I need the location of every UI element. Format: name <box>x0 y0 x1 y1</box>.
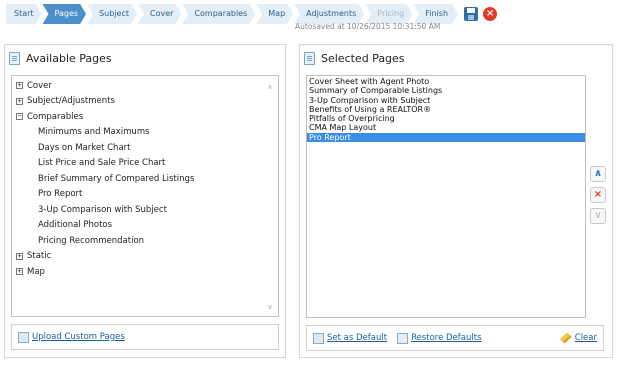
scroll-up-arrow-icon[interactable]: ∧ <box>265 82 275 92</box>
expand-icon[interactable]: + <box>16 82 23 90</box>
wizard-step-finish[interactable]: Finish <box>413 4 458 24</box>
selected-pages-panel: Selected Pages Cover Sheet with Agent Ph… <box>299 44 613 358</box>
selected-pages-items: Cover Sheet with Agent Photo Summary of C… <box>307 76 585 143</box>
move-down-icon[interactable]: ∨ <box>590 208 606 224</box>
tree-node-label: Subject/Adjustments <box>27 96 115 107</box>
available-pages-list[interactable]: + Cover + Subject/Adjustments − Comparables Mi… <box>11 75 279 317</box>
selected-page-item[interactable]: Pro Report <box>307 132 585 143</box>
collapse-icon[interactable]: − <box>16 113 23 121</box>
wizard-step-start[interactable]: Start <box>6 4 42 24</box>
tree-leaf[interactable]: Pro Report <box>12 187 278 203</box>
wizard-step-map[interactable]: Map <box>256 4 293 24</box>
selected-page-item[interactable]: CMA Map Layout <box>307 123 585 132</box>
available-pages-title: Available Pages <box>26 51 112 65</box>
reorder-buttons: ∧ × ∨ <box>590 166 606 229</box>
upload-custom-pages-link[interactable]: Upload Custom Pages <box>32 332 125 342</box>
page-icon <box>304 51 315 65</box>
scroll-down-arrow-icon[interactable]: ∨ <box>265 302 275 312</box>
selected-page-item[interactable]: Summary of Comparable Listings <box>307 86 585 95</box>
autosave-status: Autosaved at 10/26/2015 10:31:50 AM <box>295 22 441 31</box>
expand-icon[interactable]: + <box>16 97 23 105</box>
tree-leaf[interactable]: List Price and Sale Price Chart <box>12 156 278 172</box>
restore-defaults-icon <box>397 332 409 344</box>
selected-page-item[interactable]: Benefits of Using a REALTOR® <box>307 105 585 114</box>
selected-footer: Set as Default Restore Defaults Clear <box>306 325 604 351</box>
selected-pages-title: Selected Pages <box>321 51 405 65</box>
tree-leaf[interactable]: 3-Up Comparison with Subject <box>12 202 278 218</box>
wizard-step-subject[interactable]: Subject <box>87 4 137 24</box>
tree-leaf[interactable]: Days on Market Chart <box>12 140 278 156</box>
selected-pages-header: Selected Pages <box>300 45 612 71</box>
set-as-default-link[interactable]: Set as Default <box>327 333 387 343</box>
tree-node[interactable]: + Static <box>12 249 278 265</box>
wizard-step-pages[interactable]: Pages <box>43 4 87 24</box>
selected-page-item[interactable]: 3-Up Comparison with Subject <box>307 96 585 105</box>
expand-icon[interactable]: + <box>16 268 23 276</box>
eraser-icon <box>559 332 572 344</box>
expand-icon[interactable]: + <box>16 252 23 260</box>
tree-leaf[interactable]: Pricing Recommendation <box>12 233 278 249</box>
tree-node[interactable]: + Map <box>12 264 278 280</box>
available-pages-header: Available Pages <box>5 45 285 71</box>
move-up-icon[interactable]: ∧ <box>590 166 606 182</box>
wizard-steps: Start Pages Subject Cover Comparables Map Adju… <box>6 4 459 24</box>
tree-node[interactable]: − Comparables <box>12 109 278 125</box>
tree-leaf[interactable]: Brief Summary of Compared Listings <box>12 171 278 187</box>
wizard-step-pricing: Pricing <box>365 4 412 24</box>
selected-pages-list[interactable]: Cover Sheet with Agent Photo Summary of C… <box>306 75 586 318</box>
clear-link[interactable]: Clear <box>575 333 597 343</box>
tree-node[interactable]: + Subject/Adjustments <box>12 94 278 110</box>
selected-page-item[interactable]: Pitfalls of Overpricing <box>307 114 585 123</box>
tree-node[interactable]: + Cover <box>12 78 278 94</box>
set-default-icon <box>313 332 324 344</box>
tree-node-label: Static <box>27 251 52 262</box>
selected-page-item[interactable]: Cover Sheet with Agent Photo <box>307 77 585 86</box>
restore-defaults-link[interactable]: Restore Defaults <box>411 333 481 343</box>
upload-icon <box>18 331 29 343</box>
tree-node-label: Map <box>27 266 45 277</box>
tree-leaf[interactable]: Minimums and Maximums <box>12 125 278 141</box>
tree-node-label: Comparables <box>27 111 84 122</box>
available-pages-tree: + Cover + Subject/Adjustments − Comparables Mi… <box>12 76 278 280</box>
wizard-step-cover[interactable]: Cover <box>138 4 181 24</box>
remove-icon[interactable]: × <box>590 187 606 203</box>
wizard-bar: Start Pages Subject Cover Comparables Map Adju… <box>6 4 498 24</box>
page-icon <box>9 51 20 65</box>
tree-leaf[interactable]: Additional Photos <box>12 218 278 234</box>
tree-node-label: Cover <box>27 80 52 91</box>
wizard-step-adjustments[interactable]: Adjustments <box>294 4 364 24</box>
upload-footer: Upload Custom Pages <box>11 324 279 350</box>
save-icon[interactable] <box>464 7 479 21</box>
available-pages-panel: Available Pages + Cover + Subject/Adjustmen… <box>4 44 286 358</box>
cancel-icon[interactable]: × <box>483 7 498 21</box>
wizard-step-comparables[interactable]: Comparables <box>182 4 255 24</box>
